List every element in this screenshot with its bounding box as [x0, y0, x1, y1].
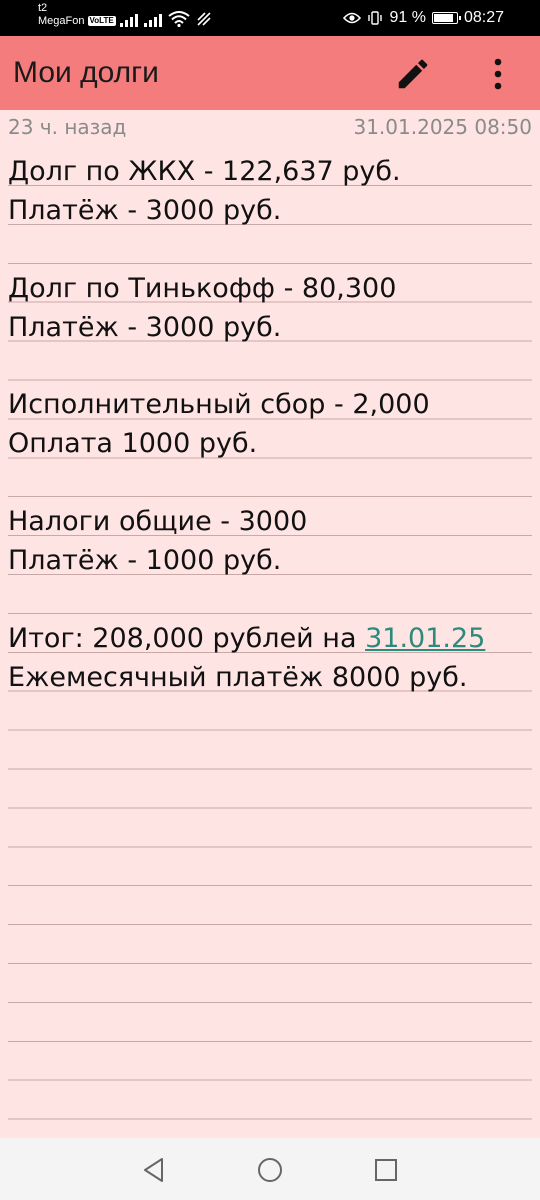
status-right: 91 % 08:27	[343, 8, 504, 28]
pencil-icon	[398, 59, 428, 89]
battery-fill	[433, 14, 454, 22]
note-total-text: Итог: 208,000 рублей на	[8, 622, 366, 654]
app-bar: Мои долги	[0, 36, 540, 110]
page-title: Мои долги	[13, 56, 159, 89]
note-line: Ежемесячный платёж 8000 руб.	[8, 661, 468, 693]
signal-strength-icon	[144, 11, 162, 27]
note-line: Долг по ЖКХ - 122,637 руб.	[8, 156, 401, 187]
note-body[interactable]: Долг по ЖКХ - 122,637 руб. Платёж - 3000…	[8, 153, 532, 697]
volte-badge: VoLTE	[87, 16, 116, 27]
note-line: Исполнительный сбор - 2,000	[8, 389, 430, 421]
note-line	[8, 231, 532, 270]
carrier-info: t2 MegaFon VoLTE	[38, 2, 116, 28]
note-line: Платёж - 3000 руб.	[8, 311, 282, 343]
note-modified-datetime: 31.01.2025 08:50	[353, 115, 532, 139]
note-total-line: Итог: 208,000 рублей на 31.01.25	[8, 620, 532, 659]
vibrate-icon	[368, 11, 383, 25]
carrier-top: t2	[38, 2, 48, 14]
date-link[interactable]: 31.01.25	[365, 623, 485, 654]
note-line: Долг по Тинькофф - 80,300	[8, 272, 397, 304]
wifi-icon	[168, 11, 190, 27]
navigation-bar	[0, 1138, 540, 1200]
note-line	[8, 581, 532, 620]
note-line	[8, 464, 532, 503]
note-line	[8, 347, 532, 386]
edit-button[interactable]	[394, 55, 432, 93]
clock: 08:27	[463, 9, 504, 26]
more-options-button[interactable]	[480, 55, 516, 93]
battery-icon	[431, 12, 461, 24]
carrier-bottom: MegaFon	[38, 15, 85, 27]
note-line: Налоги общие - 3000	[8, 506, 308, 538]
signal-strength-icon	[120, 11, 138, 27]
note-line: Платёж - 3000 руб.	[8, 194, 282, 226]
recents-button[interactable]	[372, 1156, 400, 1184]
back-button[interactable]	[140, 1156, 168, 1184]
status-bar: t2 MegaFon VoLTE 91 % 08:27	[0, 0, 540, 36]
home-circle-icon	[258, 1158, 282, 1182]
note-modified-relative: 23 ч. назад	[8, 115, 127, 139]
no-signal-icon	[197, 12, 211, 26]
note-line: Платёж - 1000 руб.	[8, 544, 282, 576]
recents-square-icon	[375, 1159, 397, 1181]
home-button[interactable]	[256, 1156, 284, 1184]
battery-percent: 91 %	[389, 9, 426, 26]
signal-indicators	[120, 9, 212, 27]
more-vert-icon	[494, 58, 502, 90]
back-triangle-icon	[144, 1158, 163, 1182]
eye-icon	[343, 12, 362, 24]
note-line: Оплата 1000 руб.	[8, 428, 258, 460]
